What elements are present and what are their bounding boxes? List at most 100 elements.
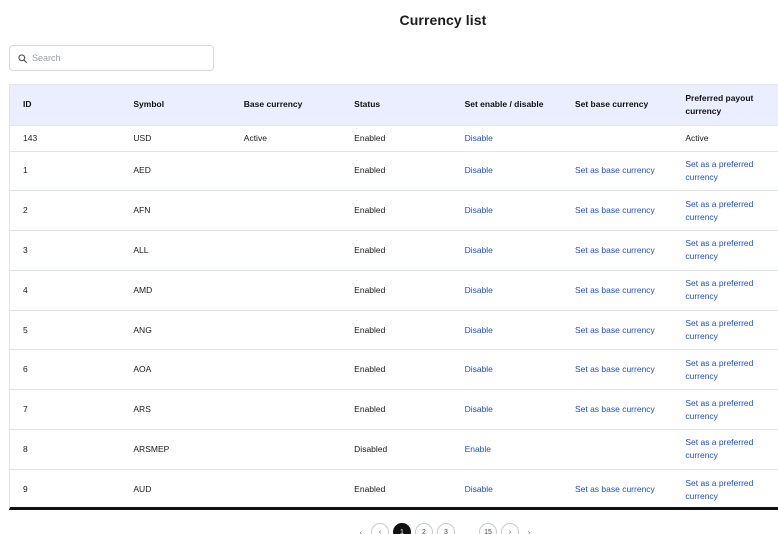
table-cell: 7 xyxy=(10,390,120,430)
cell-status: Enabled xyxy=(354,132,386,143)
preferred-payout-cell[interactable]: Set as a preferred currency xyxy=(685,237,765,263)
table-body: 143 USD Active Enabled Disable Active 1 AED Enab… xyxy=(10,125,778,507)
table-cell: Set as a preferred currency xyxy=(672,310,778,350)
table-cell: Disable xyxy=(452,350,562,390)
table-cell: Active xyxy=(672,125,778,151)
table-cell: 5 xyxy=(10,310,120,350)
table-cell xyxy=(231,270,341,310)
cell-symbol: AOA xyxy=(133,364,152,375)
search-box[interactable] xyxy=(9,45,214,71)
cell-symbol: ARS xyxy=(133,404,151,415)
toggle-status-link[interactable]: Disable xyxy=(465,285,493,295)
table-row: 3 ALL Enabled Disable Set as base currency Se… xyxy=(10,230,778,271)
table-cell: ALL xyxy=(120,231,230,271)
table-cell: Set as a preferred currency xyxy=(672,430,778,470)
table-cell: USD xyxy=(120,125,230,151)
toggle-status-link[interactable]: Enable xyxy=(465,444,491,454)
chevron-left-icon[interactable]: ‹ xyxy=(355,528,367,534)
table-cell: AUD xyxy=(120,469,230,507)
preferred-payout-cell[interactable]: Set as a preferred currency xyxy=(685,436,765,462)
toggle-status-link[interactable]: Disable xyxy=(465,133,493,143)
table-cell: Disable xyxy=(452,125,562,151)
table-cell: 143 xyxy=(10,125,120,151)
cell-status: Enabled xyxy=(354,244,386,255)
table-cell: AED xyxy=(120,151,230,191)
set-base-currency-link[interactable]: Set as base currency xyxy=(575,245,655,255)
toggle-status-link[interactable]: Disable xyxy=(465,404,493,414)
page-button-15[interactable]: 15 xyxy=(479,523,497,534)
preferred-payout-cell[interactable]: Set as a preferred currency xyxy=(685,477,765,503)
table-cell xyxy=(231,350,341,390)
table-cell: Set as base currency xyxy=(562,310,672,350)
table-cell: Disable xyxy=(452,151,562,191)
preferred-payout-cell[interactable]: Set as a preferred currency xyxy=(685,198,765,224)
column-header-id: ID xyxy=(23,99,32,110)
table-row: 8 ARSMEP Disabled Enable Set as a preferred … xyxy=(10,429,778,470)
preferred-payout-cell[interactable]: Set as a preferred currency xyxy=(685,158,765,184)
set-base-currency-link[interactable]: Set as base currency xyxy=(575,404,655,414)
cell-id: 1 xyxy=(23,165,28,176)
table-cell xyxy=(231,390,341,430)
table-cell xyxy=(231,310,341,350)
set-base-currency-link[interactable]: Set as base currency xyxy=(575,325,655,335)
table-cell: Enabled xyxy=(341,151,451,191)
page-button-1[interactable]: 1 xyxy=(393,523,411,534)
currency-table: ID Symbol Base currency Status Set enabl… xyxy=(10,85,778,507)
preferred-payout-cell[interactable]: Set as a preferred currency xyxy=(685,277,765,303)
prev-page-button[interactable]: ‹ xyxy=(371,523,389,534)
table-cell: Set as a preferred currency xyxy=(672,151,778,191)
cell-symbol: AMD xyxy=(133,284,153,295)
set-base-currency-link[interactable]: Set as base currency xyxy=(575,484,655,494)
table-cell: Set as base currency xyxy=(562,350,672,390)
table-cell: Enabled xyxy=(341,469,451,507)
pagination: ‹ ‹ 1 2 3 15 › › xyxy=(355,522,535,534)
cell-id: 143 xyxy=(23,132,38,143)
table-cell: 4 xyxy=(10,270,120,310)
toggle-status-link[interactable]: Disable xyxy=(465,364,493,374)
next-page-button[interactable]: › xyxy=(501,523,519,534)
table-cell: Set as a preferred currency xyxy=(672,469,778,507)
preferred-payout-cell[interactable]: Set as a preferred currency xyxy=(685,397,765,423)
cell-id: 5 xyxy=(23,324,28,335)
table-cell: Active xyxy=(231,125,341,151)
search-input[interactable] xyxy=(32,53,202,63)
page-button-2[interactable]: 2 xyxy=(415,523,433,534)
cell-id: 7 xyxy=(23,404,28,415)
table-cell: Disable xyxy=(452,390,562,430)
cell-id: 9 xyxy=(23,484,28,495)
column-header-symbol: Symbol xyxy=(133,99,165,110)
toggle-status-link[interactable]: Disable xyxy=(465,165,493,175)
set-base-currency-link[interactable]: Set as base currency xyxy=(575,364,655,374)
table-header-row: ID Symbol Base currency Status Set enabl… xyxy=(10,85,778,125)
set-base-currency-link[interactable]: Set as base currency xyxy=(575,285,655,295)
column-header-preferred-payout: Preferred payout currency xyxy=(672,85,778,125)
preferred-payout-cell[interactable]: Set as a preferred currency xyxy=(685,357,765,383)
column-header-base-currency: Base currency xyxy=(243,99,303,110)
cell-symbol: ALL xyxy=(133,244,149,255)
table-cell: Set as base currency xyxy=(562,390,672,430)
toggle-status-link[interactable]: Disable xyxy=(465,245,493,255)
cell-status: Enabled xyxy=(354,165,386,176)
table-cell xyxy=(231,430,341,470)
table-cell xyxy=(562,430,672,470)
currency-list-page: Currency list ID Symbol Base currency St… xyxy=(0,0,778,534)
toggle-status-link[interactable]: Disable xyxy=(465,484,493,494)
set-base-currency-link[interactable]: Set as base currency xyxy=(575,205,655,215)
toggle-status-link[interactable]: Disable xyxy=(465,205,493,215)
table-cell xyxy=(231,151,341,191)
cell-id: 6 xyxy=(23,364,28,375)
table-cell: Set as a preferred currency xyxy=(672,390,778,430)
table-cell: Disable xyxy=(452,469,562,507)
cell-status: Enabled xyxy=(354,324,386,335)
cell-status: Enabled xyxy=(354,284,386,295)
table-cell: 6 xyxy=(10,350,120,390)
set-base-currency-link[interactable]: Set as base currency xyxy=(575,165,655,175)
table-cell: Set as base currency xyxy=(562,191,672,231)
toggle-status-link[interactable]: Disable xyxy=(465,325,493,335)
page-button-3[interactable]: 3 xyxy=(437,523,455,534)
chevron-right-icon[interactable]: › xyxy=(523,528,535,534)
table-cell: Set as base currency xyxy=(562,469,672,507)
preferred-payout-cell[interactable]: Set as a preferred currency xyxy=(685,317,765,343)
table-cell: Enabled xyxy=(341,270,451,310)
table-row: 143 USD Active Enabled Disable Active xyxy=(10,125,778,151)
